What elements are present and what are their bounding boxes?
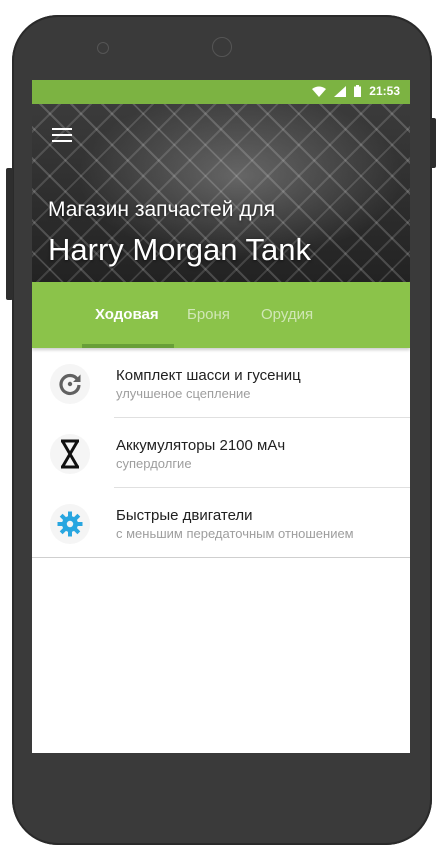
list-item[interactable]: Аккумуляторы 2100 мАч супердолгие xyxy=(32,418,410,488)
battery-icon xyxy=(354,85,362,97)
list-item[interactable]: Комплект шасси и гусениц улучшеное сцепл… xyxy=(32,348,410,418)
divider xyxy=(32,557,410,558)
proximity-sensor xyxy=(97,42,109,54)
item-title: Аккумуляторы 2100 мАч xyxy=(116,437,286,454)
item-title: Комплект шасси и гусениц xyxy=(116,367,301,384)
screen: 21:53 Магазин запчастей для Harry Morgan… xyxy=(32,80,410,753)
refresh-icon xyxy=(50,364,90,404)
tab-bronya[interactable]: Броня xyxy=(187,306,230,323)
hourglass-icon xyxy=(50,434,90,474)
tab-orudiya[interactable]: Орудия xyxy=(261,306,313,323)
front-camera xyxy=(212,37,232,57)
item-subtitle: супердолгие xyxy=(116,456,192,471)
tab-hodovaya[interactable]: Ходовая xyxy=(95,306,159,323)
item-title: Быстрые двигатели xyxy=(116,507,253,524)
power-button xyxy=(430,118,436,168)
list-item[interactable]: Быстрые двигатели с меньшим передаточным… xyxy=(32,488,410,558)
item-subtitle: улучшеное сцепление xyxy=(116,386,251,401)
header-title: Harry Morgan Tank xyxy=(48,232,312,267)
signal-icon xyxy=(334,85,347,97)
header-banner: Магазин запчастей для Harry Morgan Tank xyxy=(32,104,410,284)
volume-button xyxy=(6,168,13,300)
status-time: 21:53 xyxy=(369,84,400,98)
header-subtitle: Магазин запчастей для xyxy=(48,198,276,221)
wifi-icon xyxy=(312,86,327,97)
hamburger-menu-icon[interactable] xyxy=(52,128,72,144)
tab-bar: Ходовая Броня Орудия xyxy=(32,282,410,348)
item-subtitle: с меньшим передаточным отношением xyxy=(116,526,354,541)
gear-icon xyxy=(50,504,90,544)
status-bar: 21:53 xyxy=(32,80,410,104)
